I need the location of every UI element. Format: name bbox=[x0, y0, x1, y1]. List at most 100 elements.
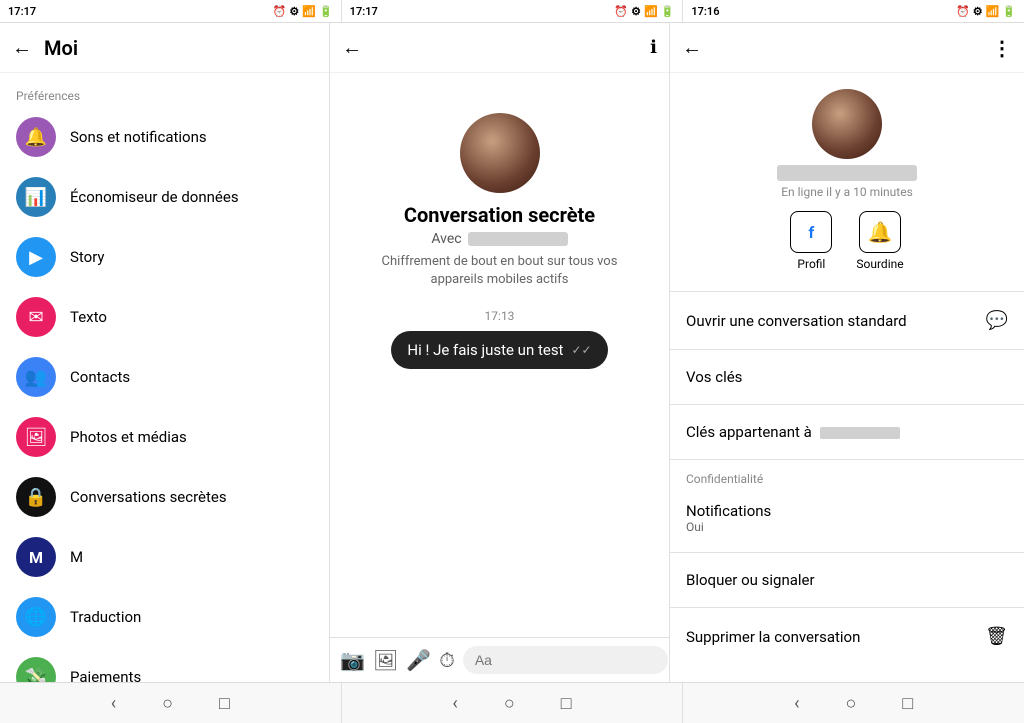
contact-back-button[interactable]: ← bbox=[682, 35, 702, 60]
settings-header: ← Moi bbox=[0, 23, 329, 73]
timer-icon[interactable]: ⏱ bbox=[439, 648, 455, 672]
supprimer-label: Supprimer la conversation bbox=[686, 628, 985, 646]
economiseur-icon: 📊 bbox=[16, 177, 56, 217]
settings-icon-2: ⚙ bbox=[631, 5, 641, 18]
nav-recents-2[interactable]: □ bbox=[553, 689, 580, 718]
menu-item-notifications[interactable]: Notifications Oui bbox=[670, 488, 1024, 548]
paiements-label: Paiements bbox=[70, 668, 141, 682]
settings-icon-3: ⚙ bbox=[973, 5, 983, 18]
conv-back-button[interactable]: ← bbox=[342, 35, 362, 60]
status-bar-2: 17:17 ⏰ ⚙ 📶 🔋 bbox=[342, 0, 684, 22]
mic-icon[interactable]: 🎤 bbox=[406, 648, 431, 672]
conv-info-icon[interactable]: ℹ bbox=[650, 37, 657, 58]
signal-icon-1: 📶 bbox=[302, 5, 316, 18]
conversations-secretes-label: Conversations secrètes bbox=[70, 488, 227, 506]
conv-desc: Chiffrement de bout en bout sur tous vos… bbox=[330, 253, 669, 289]
contact-menu-button[interactable]: ⋮ bbox=[992, 36, 1012, 60]
texto-label: Texto bbox=[70, 308, 107, 326]
photos-icon: 🖼 bbox=[16, 417, 56, 457]
settings-item-economiseur[interactable]: 📊 Économiseur de données bbox=[0, 167, 329, 227]
contact-name-blur bbox=[777, 165, 917, 181]
economiseur-label: Économiseur de données bbox=[70, 188, 239, 206]
menu-item-vos-cles[interactable]: Vos clés bbox=[670, 354, 1024, 400]
panel-conversation: ← ℹ Conversation secrète Avec Chiffremen… bbox=[330, 23, 670, 682]
nav-home-1[interactable]: ○ bbox=[154, 689, 181, 718]
contacts-label: Contacts bbox=[70, 368, 130, 386]
settings-item-sons[interactable]: 🔔 Sons et notifications bbox=[0, 107, 329, 167]
settings-item-texto[interactable]: ✉ Texto bbox=[0, 287, 329, 347]
nav-back-2[interactable]: ‹ bbox=[444, 689, 465, 718]
nav-recents-3[interactable]: □ bbox=[894, 689, 921, 718]
conv-avatar-img bbox=[460, 113, 540, 193]
conv-text-input[interactable] bbox=[463, 646, 668, 674]
ouvrir-label: Ouvrir une conversation standard bbox=[686, 312, 986, 330]
settings-icon-1: ⚙ bbox=[289, 5, 299, 18]
conv-read-check: ✓✓ bbox=[571, 343, 591, 357]
texto-icon: ✉ bbox=[16, 297, 56, 337]
traduction-icon: 🌐 bbox=[16, 597, 56, 637]
status-icons-2: ⏰ ⚙ 📶 🔋 bbox=[614, 5, 674, 18]
settings-item-m[interactable]: M M bbox=[0, 527, 329, 587]
menu-item-ouvrir[interactable]: Ouvrir une conversation standard 💬 bbox=[670, 296, 1024, 345]
conv-bubble: Hi ! Je fais juste un test ✓✓ bbox=[391, 331, 607, 369]
signal-icon-3: 📶 bbox=[986, 5, 1000, 18]
gallery-icon[interactable]: 🖼 bbox=[373, 648, 398, 672]
menu-item-supprimer[interactable]: Supprimer la conversation 🗑 bbox=[670, 612, 1024, 661]
conv-avec-text: Avec bbox=[431, 231, 461, 247]
menu-item-cles-appartenant[interactable]: Clés appartenant à bbox=[670, 409, 1024, 455]
nav-home-3[interactable]: ○ bbox=[838, 689, 865, 718]
status-bar-1: 17:17 ⏰ ⚙ 📶 🔋 bbox=[0, 0, 342, 22]
conv-body: Conversation secrète Avec Chiffrement de… bbox=[330, 73, 669, 637]
settings-title: Moi bbox=[44, 36, 78, 60]
settings-back-button[interactable]: ← bbox=[12, 35, 32, 60]
nav-bar-1: ‹ ○ □ bbox=[0, 683, 342, 723]
chat-icon: 💬 bbox=[986, 310, 1008, 331]
contact-sourdine-button[interactable]: 🔔 Sourdine bbox=[856, 211, 903, 271]
m-icon: M bbox=[16, 537, 56, 577]
nav-home-2[interactable]: ○ bbox=[496, 689, 523, 718]
sourdine-label: Sourdine bbox=[856, 257, 903, 271]
time-3: 17:16 bbox=[691, 5, 719, 18]
profil-icon: f bbox=[790, 211, 832, 253]
nav-bar-3: ‹ ○ □ bbox=[683, 683, 1024, 723]
settings-list: Préférences 🔔 Sons et notifications 📊 Éc… bbox=[0, 73, 329, 682]
divider-6 bbox=[670, 607, 1024, 608]
settings-item-conversations-secretes[interactable]: 🔒 Conversations secrètes bbox=[0, 467, 329, 527]
panels: ← Moi Préférences 🔔 Sons et notification… bbox=[0, 23, 1024, 682]
conv-avatar bbox=[460, 113, 540, 193]
m-label: M bbox=[70, 548, 83, 566]
divider-5 bbox=[670, 552, 1024, 553]
contacts-icon: 👥 bbox=[16, 357, 56, 397]
settings-item-story[interactable]: ▶ Story bbox=[0, 227, 329, 287]
divider-1 bbox=[670, 291, 1024, 292]
photos-label: Photos et médias bbox=[70, 428, 187, 446]
story-label: Story bbox=[70, 248, 105, 266]
contact-body: En ligne il y a 10 minutes f Profil 🔔 So… bbox=[670, 73, 1024, 682]
settings-section-preferences: Préférences bbox=[0, 81, 329, 107]
notifications-area: Notifications Oui bbox=[686, 502, 1008, 534]
nav-back-3[interactable]: ‹ bbox=[786, 689, 807, 718]
nav-bars: ‹ ○ □ ‹ ○ □ ‹ ○ □ bbox=[0, 682, 1024, 723]
contact-actions: f Profil 🔔 Sourdine bbox=[790, 211, 903, 271]
sons-label: Sons et notifications bbox=[70, 128, 207, 146]
settings-item-traduction[interactable]: 🌐 Traduction bbox=[0, 587, 329, 647]
notifications-label: Notifications bbox=[686, 502, 1008, 520]
camera-icon[interactable]: 📷 bbox=[340, 648, 365, 672]
battery-icon-2: 🔋 bbox=[661, 5, 675, 18]
settings-item-paiements[interactable]: 💸 Paiements bbox=[0, 647, 329, 682]
settings-item-contacts[interactable]: 👥 Contacts bbox=[0, 347, 329, 407]
settings-item-photos[interactable]: 🖼 Photos et médias bbox=[0, 407, 329, 467]
profil-label: Profil bbox=[797, 257, 825, 271]
nav-back-1[interactable]: ‹ bbox=[103, 689, 124, 718]
contact-profil-button[interactable]: f Profil bbox=[790, 211, 832, 271]
bloquer-label: Bloquer ou signaler bbox=[686, 571, 1008, 589]
status-bar-3: 17:16 ⏰ ⚙ 📶 🔋 bbox=[683, 0, 1024, 22]
contact-header: ← ⋮ bbox=[670, 23, 1024, 73]
battery-icon-3: 🔋 bbox=[1002, 5, 1016, 18]
notifications-sub: Oui bbox=[686, 520, 1008, 534]
vos-cles-label: Vos clés bbox=[686, 368, 1008, 386]
contact-avatar-area: En ligne il y a 10 minutes f Profil 🔔 So… bbox=[670, 89, 1024, 287]
alarm-icon-3: ⏰ bbox=[956, 5, 970, 18]
menu-item-bloquer[interactable]: Bloquer ou signaler bbox=[670, 557, 1024, 603]
nav-recents-1[interactable]: □ bbox=[211, 689, 238, 718]
